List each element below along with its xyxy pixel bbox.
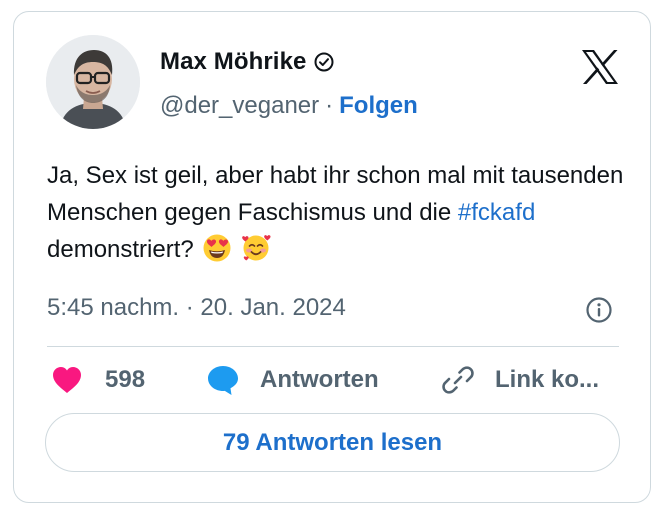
- copy-link-label: Link ko...: [495, 366, 600, 393]
- reply-label: Antworten: [260, 366, 379, 393]
- author-handle-row: @der_veganer · Folgen: [160, 92, 418, 120]
- author-handle[interactable]: @der_veganer: [160, 92, 319, 120]
- author-name[interactable]: Max Möhrike: [160, 48, 306, 76]
- tweet-text-end: demonstriert?: [47, 236, 194, 263]
- x-logo-icon[interactable]: [581, 49, 619, 85]
- avatar[interactable]: [46, 35, 140, 129]
- like-button[interactable]: 598: [51, 365, 145, 395]
- verified-icon: [314, 52, 334, 72]
- copy-link-button[interactable]: Link ko...: [441, 363, 599, 397]
- reply-bubble-icon: [208, 366, 238, 395]
- like-count: 598: [105, 366, 146, 393]
- info-icon[interactable]: [585, 296, 613, 324]
- author-name-row: Max Möhrike: [160, 48, 334, 76]
- heart-eyes-emoji-icon: [202, 233, 232, 263]
- heart-icon: [53, 367, 81, 393]
- action-bar: 598 Antworten Link ko...: [47, 360, 627, 400]
- tweet-text-body: Ja, Sex ist geil, aber habt ihr schon ma…: [47, 162, 624, 226]
- follow-button[interactable]: Folgen: [339, 92, 418, 120]
- tweet-timestamp[interactable]: 5:45 nachm. · 20. Jan. 2024: [47, 294, 346, 322]
- tweet-text: Ja, Sex ist geil, aber habt ihr schon ma…: [47, 157, 627, 268]
- divider: [47, 346, 619, 347]
- separator-dot: ·: [325, 92, 334, 119]
- link-icon: [442, 366, 474, 394]
- avatar-photo: [46, 35, 140, 129]
- read-replies-button[interactable]: 79 Antworten lesen: [45, 413, 620, 472]
- hashtag-link[interactable]: #fckafd: [458, 199, 535, 226]
- smiling-face-with-hearts-emoji-icon: [241, 233, 271, 263]
- reply-button[interactable]: Antworten: [206, 364, 379, 396]
- tweet-card: Max Möhrike @der_veganer · Folgen Ja, Se…: [13, 11, 651, 503]
